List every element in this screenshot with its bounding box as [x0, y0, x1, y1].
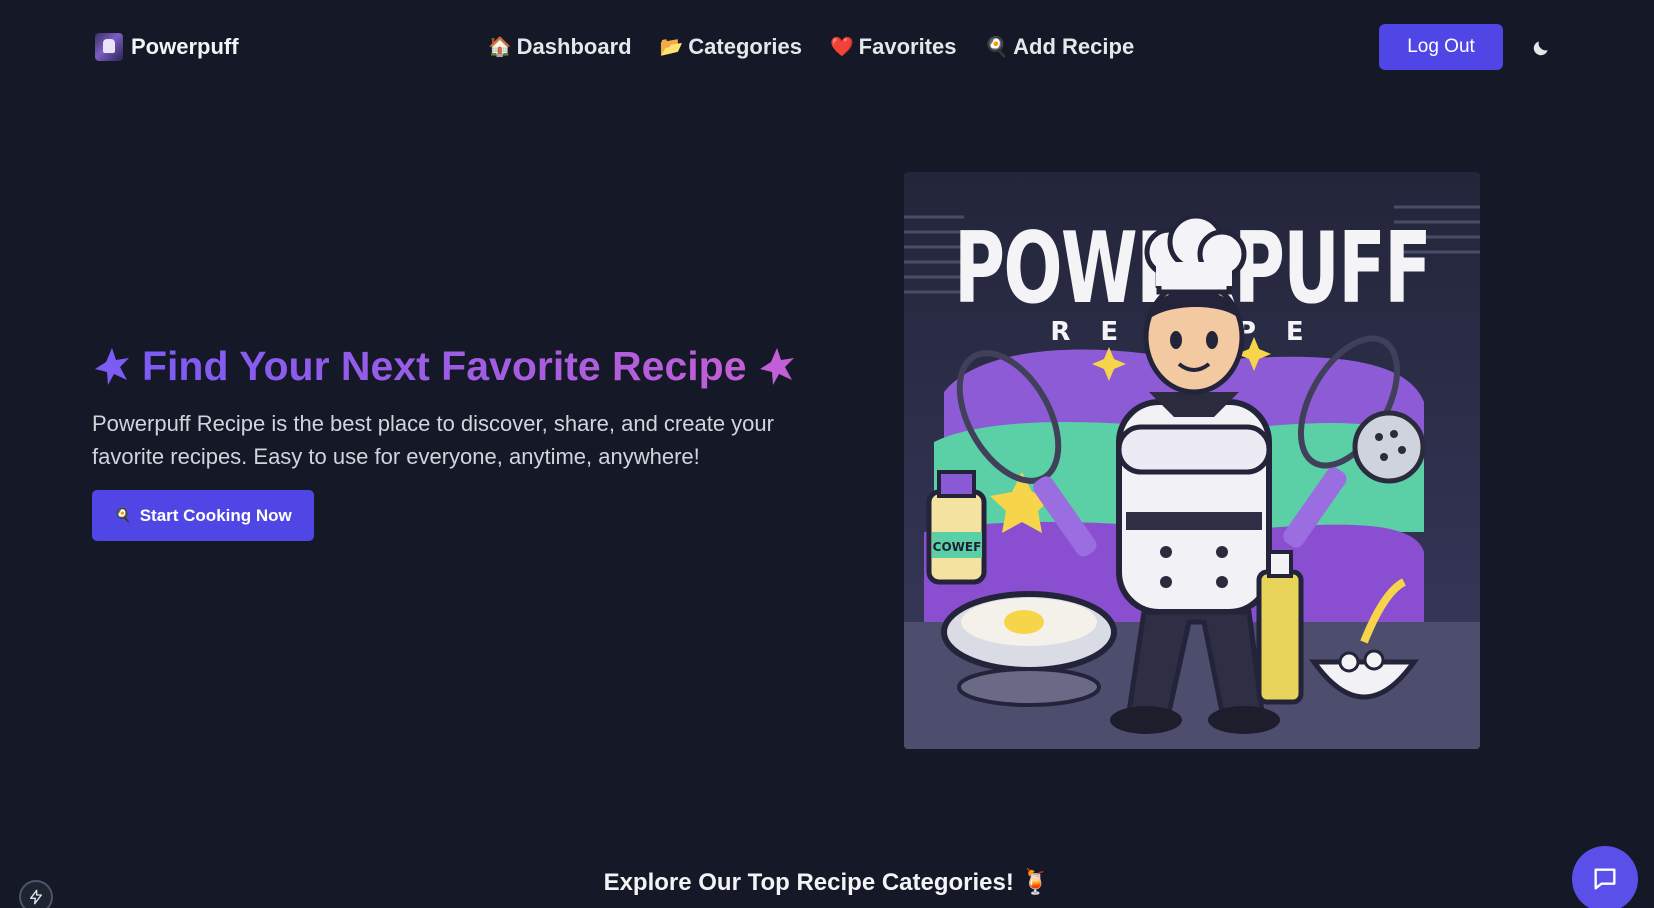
theme-toggle-button[interactable]: [1528, 35, 1554, 61]
nav-dashboard[interactable]: 🏠 Dashboard: [488, 34, 632, 60]
nav-add-recipe[interactable]: 🍳 Add Recipe: [984, 34, 1134, 60]
top-navbar: Powerpuff 🏠 Dashboard 📂 Categories ❤️ Fa…: [0, 0, 1654, 94]
moon-icon: [1533, 41, 1548, 56]
sparkle-star-icon: [95, 348, 129, 385]
heart-icon: ❤️: [829, 36, 854, 58]
nav-categories[interactable]: 📂 Categories: [660, 34, 802, 60]
hero-title-text: Find Your Next Favorite Recipe: [142, 342, 747, 389]
brand-name: Powerpuff: [131, 34, 239, 59]
sparkle-star-icon: [759, 348, 794, 385]
folder-icon: 📂: [659, 36, 684, 58]
start-cooking-label: Start Cooking Now: [139, 505, 292, 525]
nav-add-recipe-label: Add Recipe: [1013, 34, 1135, 59]
quick-action-button[interactable]: [19, 880, 53, 908]
main-nav: 🏠 Dashboard 📂 Categories ❤️ Favorites 🍳 …: [488, 30, 1134, 64]
bottle-label-text: COWEF: [933, 540, 982, 554]
chat-button[interactable]: [1572, 846, 1638, 908]
categories-section-heading: Explore Our Top Recipe Categories! 🍹: [603, 869, 1051, 896]
frying-pan-icon: 🍳: [114, 507, 132, 523]
nav-categories-label: Categories: [688, 34, 802, 59]
hero-chef-illustration: POWERPUFF RECIPE: [904, 172, 1480, 749]
powerpuff-logo-icon: [95, 33, 123, 61]
nav-dashboard-label: Dashboard: [516, 34, 632, 59]
start-cooking-button[interactable]: 🍳 Start Cooking Now: [92, 490, 314, 541]
brand-home-link[interactable]: Powerpuff: [95, 31, 239, 63]
lightning-bolt-icon: [30, 889, 42, 905]
hero-description: Powerpuff Recipe is the best place to di…: [92, 411, 774, 469]
frying-pan-icon: 🍳: [984, 36, 1009, 58]
house-icon: 🏠: [488, 36, 512, 58]
chat-bubble-icon: [1594, 868, 1616, 890]
nav-favorites-label: Favorites: [858, 34, 957, 59]
logout-button[interactable]: Log Out: [1379, 24, 1503, 70]
nav-favorites[interactable]: ❤️ Favorites: [830, 34, 957, 60]
hero-title: Find Your Next Favorite Recipe: [92, 340, 797, 392]
